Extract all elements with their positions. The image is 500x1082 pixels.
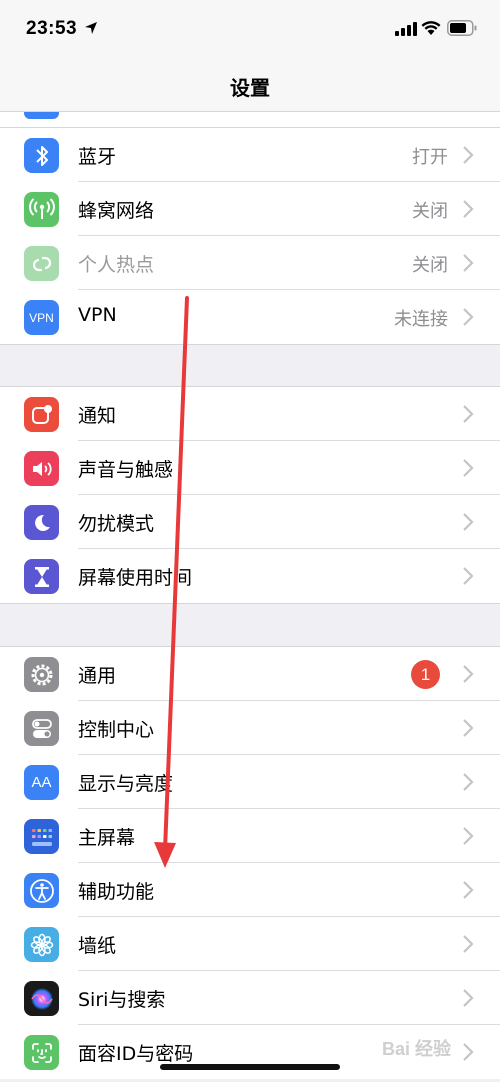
bluetooth-icon — [24, 138, 59, 173]
antenna-icon — [24, 192, 59, 227]
settings-row-label: Siri与搜索 — [78, 989, 166, 1011]
settings-row-label: 蜂窝网络 — [78, 200, 155, 222]
chevron-right-icon — [463, 200, 474, 218]
chevron-right-icon — [463, 146, 474, 164]
settings-group-notifications: 通知 声音与触感 勿扰模式 屏幕使用时间 — [0, 386, 500, 604]
hotspot-icon — [24, 246, 59, 281]
text-size-icon: AA — [24, 765, 59, 800]
watermark: Bai 经验 — [382, 1039, 452, 1059]
settings-row-label: 通用 — [78, 665, 117, 687]
settings-row-home-screen[interactable]: 主屏幕 — [0, 809, 500, 863]
face-id-icon — [24, 1035, 59, 1070]
settings-row-wallpaper[interactable]: 墙纸 — [0, 917, 500, 971]
notification-icon — [24, 397, 59, 432]
settings-row-display[interactable]: AA 显示与亮度 — [0, 755, 500, 809]
chevron-right-icon — [463, 827, 474, 845]
battery-icon — [447, 20, 477, 36]
settings-row-label: 显示与亮度 — [78, 773, 174, 795]
cellular-signal-icon — [395, 22, 417, 36]
chevron-right-icon — [463, 513, 474, 531]
settings-row-siri[interactable]: Siri与搜索 — [0, 971, 500, 1025]
settings-row-notifications[interactable]: 通知 — [0, 387, 500, 441]
vpn-icon-text: VPN — [29, 310, 54, 325]
settings-row-hotspot[interactable]: 个人热点 关闭 — [0, 236, 500, 290]
settings-row-value: 打开 — [412, 147, 448, 168]
location-arrow-icon — [85, 22, 97, 34]
settings-row-label: 辅助功能 — [78, 881, 155, 903]
settings-row-accessibility[interactable]: 辅助功能 — [0, 863, 500, 917]
settings-row-label: 屏幕使用时间 — [78, 567, 193, 589]
settings-row-label: 面容ID与密码 — [78, 1043, 194, 1065]
chevron-right-icon — [463, 773, 474, 791]
settings-row-label: 墙纸 — [78, 935, 117, 957]
settings-row-bluetooth[interactable]: 蓝牙 打开 — [0, 128, 500, 182]
flower-icon — [24, 927, 59, 962]
settings-row-general[interactable]: 通用 1 — [0, 647, 500, 701]
settings-row-do-not-disturb[interactable]: 勿扰模式 — [0, 495, 500, 549]
chevron-right-icon — [463, 405, 474, 423]
moon-icon — [24, 505, 59, 540]
speaker-icon — [24, 451, 59, 486]
settings-row-label: VPN — [78, 304, 117, 326]
settings-row-label: 通知 — [78, 405, 117, 427]
chevron-right-icon — [463, 719, 474, 737]
settings-row-screen-time[interactable]: 屏幕使用时间 — [0, 549, 500, 603]
settings-row-control-center[interactable]: 控制中心 — [0, 701, 500, 755]
toggles-icon — [24, 711, 59, 746]
settings-row-value: 关闭 — [412, 201, 448, 222]
settings-row-sounds[interactable]: 声音与触感 — [0, 441, 500, 495]
chevron-right-icon — [463, 1043, 474, 1061]
settings-row-vpn[interactable]: VPN VPN 未连接 — [0, 290, 500, 344]
chevron-right-icon — [463, 935, 474, 953]
page-title: 设置 — [230, 76, 270, 100]
vpn-icon: VPN — [24, 300, 59, 335]
chevron-right-icon — [463, 989, 474, 1007]
settings-row-label: 个人热点 — [78, 254, 155, 276]
chevron-right-icon — [463, 665, 474, 683]
settings-row-value: 未连接 — [394, 309, 448, 330]
home-screen-icon — [24, 819, 59, 854]
text-size-icon-text: AA — [31, 774, 52, 791]
settings-row-label: 声音与触感 — [78, 459, 174, 481]
notification-badge: 1 — [411, 660, 440, 689]
settings-row-label: 蓝牙 — [78, 146, 117, 168]
chevron-right-icon — [463, 254, 474, 272]
status-time: 23:53 — [26, 18, 78, 39]
gear-icon — [24, 657, 59, 692]
partial-row[interactable] — [0, 112, 500, 128]
settings-row-value: 关闭 — [412, 255, 448, 276]
home-indicator[interactable] — [160, 1064, 340, 1070]
chevron-right-icon — [463, 881, 474, 899]
chevron-right-icon — [463, 308, 474, 326]
settings-row-cellular[interactable]: 蜂窝网络 关闭 — [0, 182, 500, 236]
wifi-icon — [421, 21, 441, 35]
siri-icon — [24, 981, 59, 1016]
status-bar: 23:53 — [0, 0, 500, 56]
settings-row-label: 主屏幕 — [78, 827, 136, 849]
hourglass-icon — [24, 559, 59, 594]
settings-group-general: 通用 1 控制中心 AA 显示与亮度 主屏幕 辅助功能 墙纸 Siri与搜索 面… — [0, 646, 500, 1079]
chevron-right-icon — [463, 567, 474, 585]
settings-row-label: 勿扰模式 — [78, 513, 155, 535]
chevron-right-icon — [463, 459, 474, 477]
accessibility-icon — [24, 873, 59, 908]
navigation-bar: 设置 — [0, 56, 500, 112]
settings-group-connectivity: 蓝牙 打开 蜂窝网络 关闭 个人热点 关闭 VPN VPN 未连接 — [0, 127, 500, 345]
settings-row-label: 控制中心 — [78, 719, 155, 741]
